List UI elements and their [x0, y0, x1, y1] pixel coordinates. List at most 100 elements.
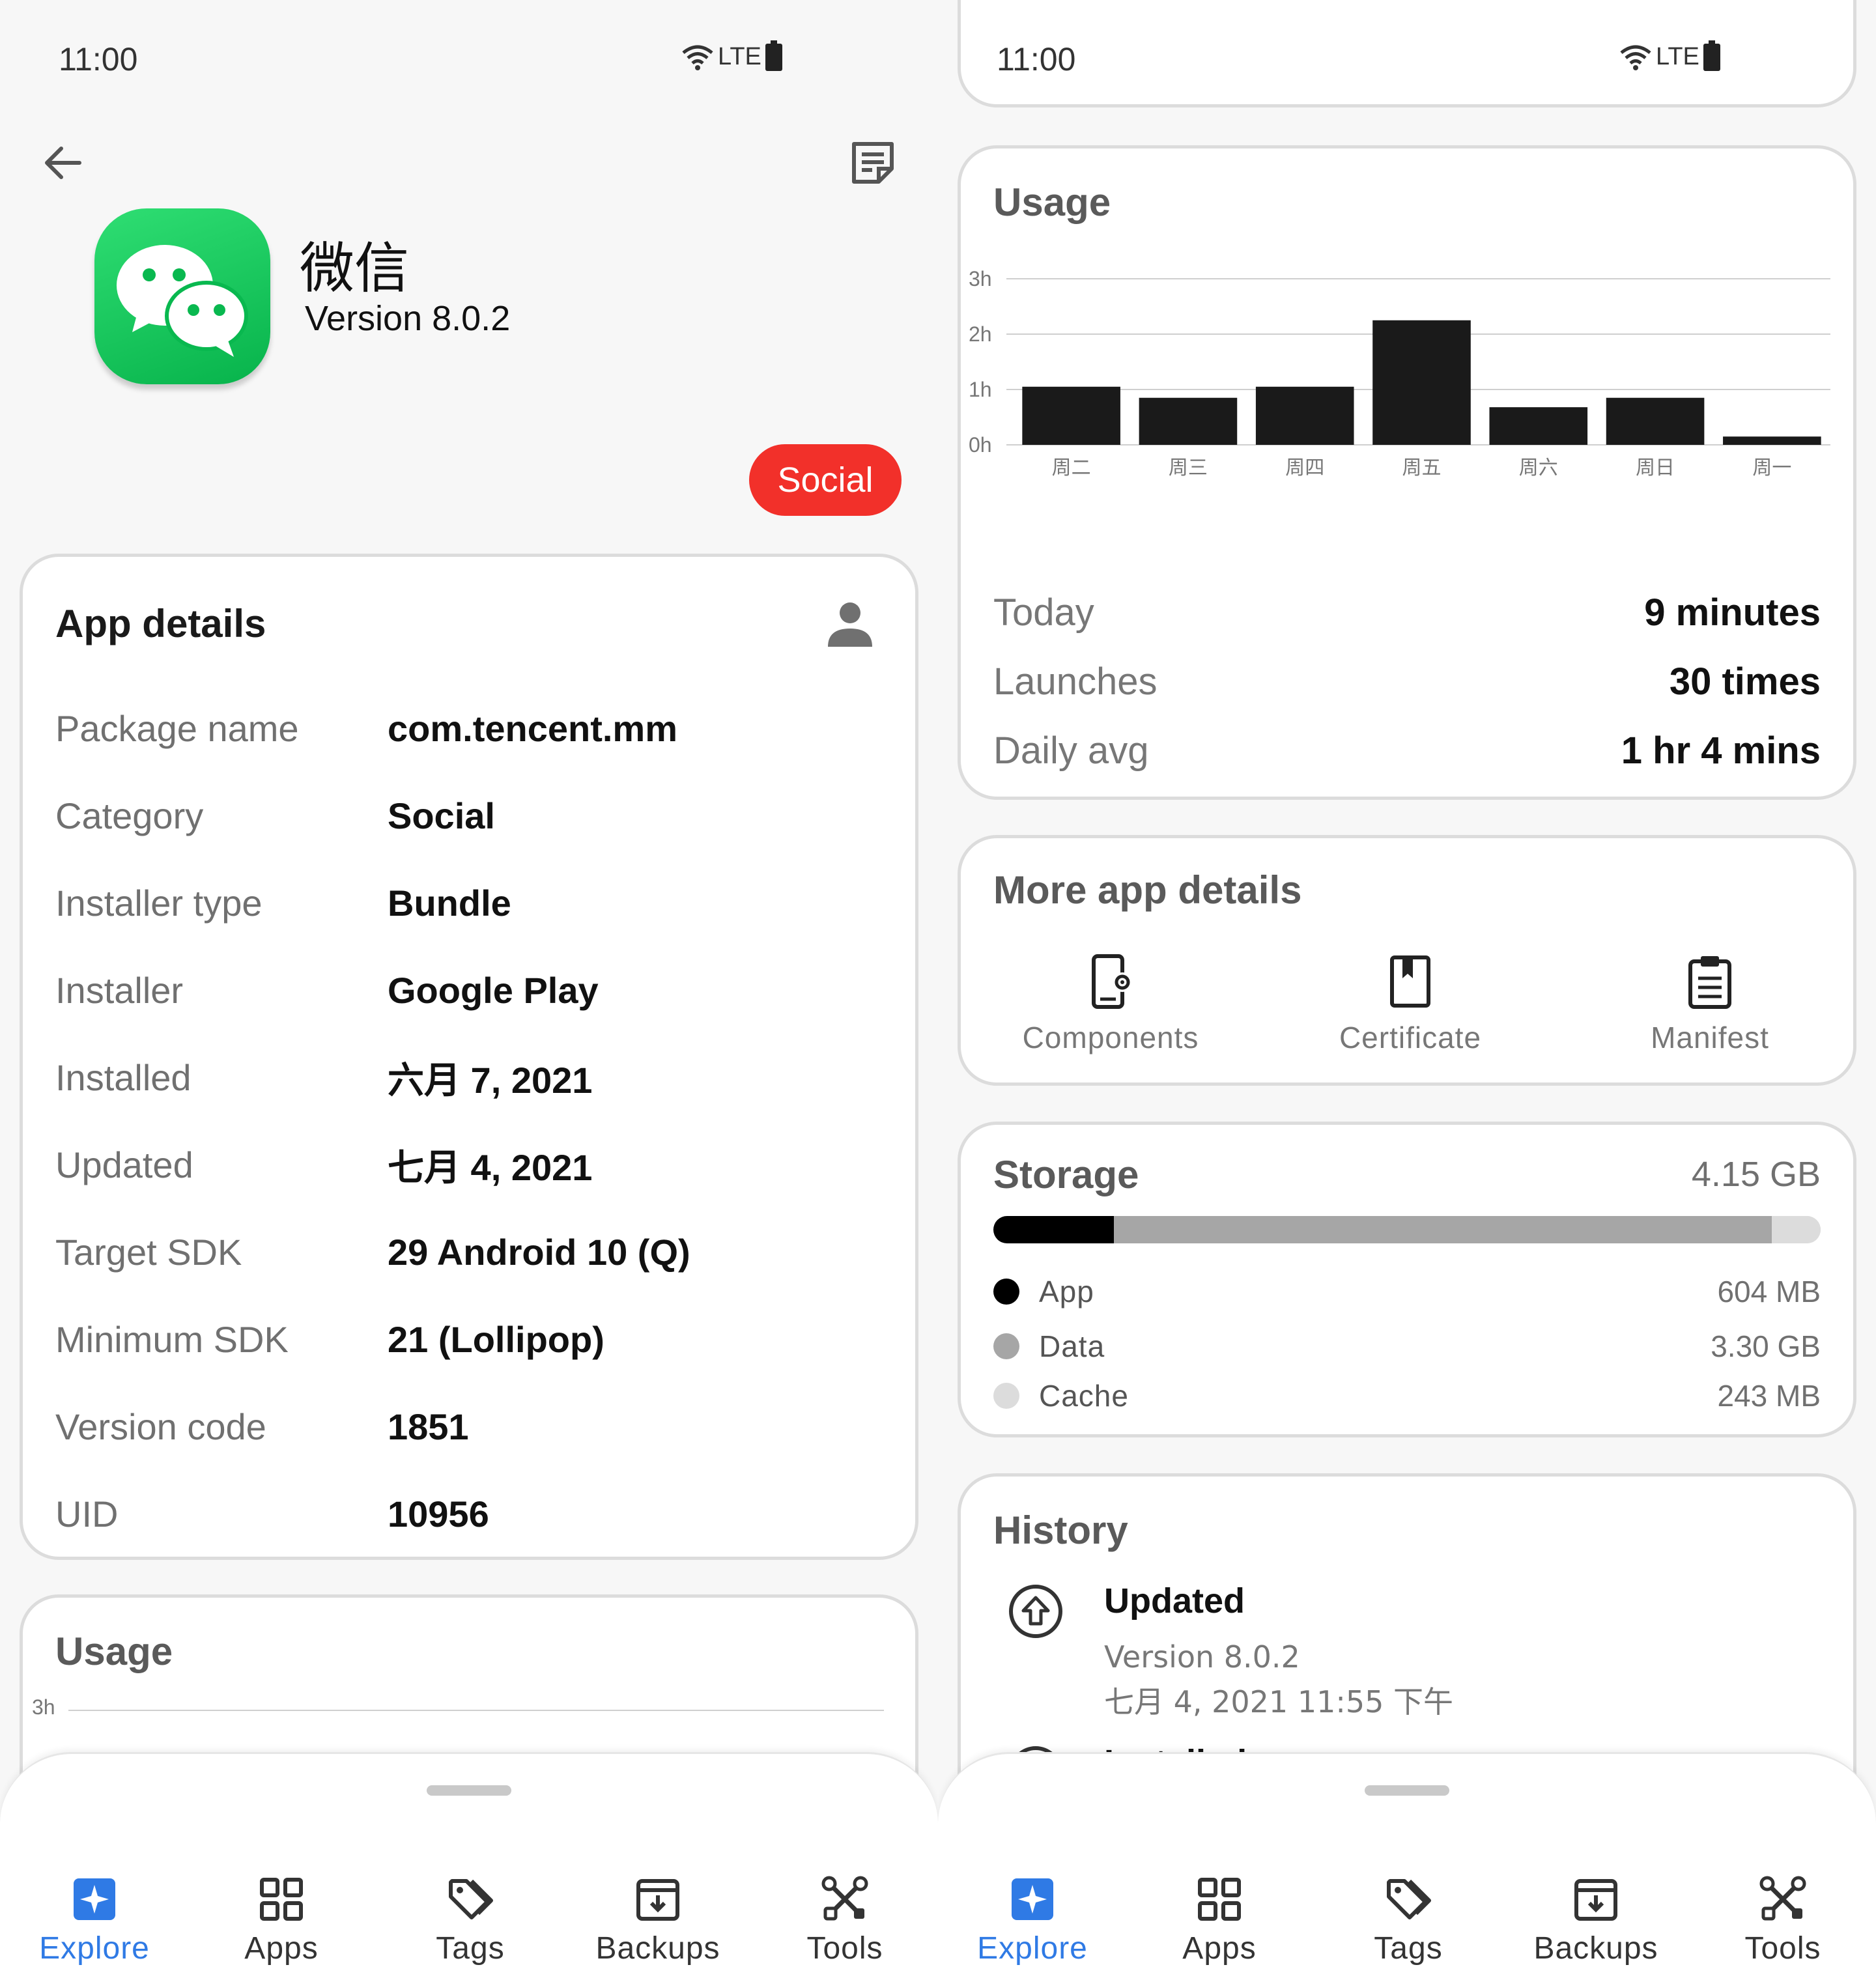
sheet-handle[interactable] [1365, 1785, 1449, 1796]
manifest-label: Manifest [1651, 1021, 1769, 1054]
detail-row: Category Social [55, 786, 889, 845]
detail-label: Installer [55, 969, 184, 1011]
sheet-handle[interactable] [427, 1785, 511, 1796]
stat-row-launches: Launches 30 times [993, 655, 1821, 707]
nav-explore[interactable]: Explore [941, 1874, 1124, 1966]
bar[interactable] [1255, 386, 1354, 445]
nav-explore[interactable]: Explore [3, 1874, 186, 1966]
bottom-navigation: Explore Apps Tags Backups Tools [0, 1752, 938, 1980]
back-arrow-icon[interactable] [40, 140, 86, 186]
detail-row: Minimum SDK 21 (Lollipop) [55, 1310, 889, 1368]
stat-label: Daily avg [993, 729, 1149, 772]
detail-label: Category [55, 795, 204, 836]
bar[interactable] [1139, 397, 1238, 445]
wifi-icon [1620, 45, 1651, 70]
wifi-icon [682, 45, 713, 70]
x-tick-label: 周日 [1636, 457, 1675, 479]
x-tick-label: 周四 [1285, 457, 1324, 479]
backups-icon [636, 1879, 679, 1921]
bar[interactable] [1606, 397, 1705, 445]
explore-icon [1012, 1878, 1053, 1920]
nav-apps[interactable]: Apps [1128, 1874, 1311, 1966]
history-entry-date: 七月 4, 2021 11:55 下午 [1104, 1684, 1454, 1719]
history-entry-title: Updated [1104, 1581, 1245, 1620]
detail-row: Version code 1851 [55, 1397, 889, 1456]
nav-tools[interactable]: Tools [754, 1874, 936, 1966]
person-icon[interactable] [824, 597, 876, 649]
x-tick-label: 周六 [1519, 457, 1558, 479]
nav-label: Apps [244, 1931, 319, 1966]
detail-row: Installer type Bundle [55, 873, 889, 932]
nav-label: Apps [1182, 1931, 1257, 1966]
detail-value[interactable]: 六月 7, 2021 [388, 1051, 592, 1104]
nav-backups[interactable]: Backups [567, 1874, 749, 1966]
stat-value: 30 times [1669, 660, 1821, 703]
bar[interactable] [1723, 436, 1821, 445]
clipboard-icon [1688, 956, 1731, 1009]
detail-label: Version code [55, 1406, 266, 1447]
detail-value[interactable]: 29 Android 10 (Q) [388, 1231, 690, 1273]
detail-value[interactable]: com.tencent.mm [388, 707, 677, 750]
legend-dot-data [993, 1333, 1019, 1359]
usage-bar-chart: 0h 1h 2h 3h 周二 周三 周四 周五 周六 周日 周一 [969, 267, 1830, 479]
status-bar: 11:00 LTE [938, 0, 1876, 104]
status-bar: 11:00 LTE [0, 0, 938, 104]
app-details-card: App details Package name com.tencent.mm Ca… [20, 554, 918, 1560]
y-tick-3h-left: 3h [32, 1695, 55, 1719]
history-entry-version: Version 8.0.2 [1104, 1639, 1300, 1675]
nav-tags[interactable]: Tags [379, 1874, 561, 1966]
manifest-button[interactable]: Manifest [1580, 952, 1840, 1055]
detail-value[interactable]: Social [388, 795, 495, 837]
apps-grid-icon [1198, 1878, 1241, 1921]
nav-apps[interactable]: Apps [190, 1874, 373, 1966]
components-button[interactable]: Components [980, 952, 1241, 1055]
legend-value: 604 MB [1717, 1275, 1821, 1308]
category-chip[interactable]: Social [749, 444, 902, 516]
battery-icon [765, 40, 782, 71]
app-version: Version 8.0.2 [305, 299, 511, 338]
usage-card: Usage 0h 1h 2h 3h 周二 周三 周四 周五 周六 周日 周一 Today 9 min… [958, 145, 1856, 800]
detail-row: Package name com.tencent.mm [55, 699, 889, 757]
y-tick-label: 3h [969, 267, 992, 290]
detail-row: Installed 六月 7, 2021 [55, 1048, 889, 1107]
status-time: 11:00 [59, 41, 138, 78]
explore-icon [74, 1878, 115, 1920]
status-icons: LTE [1619, 40, 1720, 71]
legend-cache: Cache 243 MB [993, 1376, 1821, 1415]
x-tick-label: 周二 [1052, 457, 1091, 479]
legend-label: App [1039, 1275, 1094, 1308]
legend-value: 243 MB [1717, 1379, 1821, 1413]
certificate-button[interactable]: Certificate [1280, 952, 1541, 1055]
nav-backups[interactable]: Backups [1505, 1874, 1687, 1966]
legend-label: Data [1039, 1329, 1105, 1363]
status-icons: LTE [681, 40, 782, 71]
y-tick-label: 0h [969, 433, 992, 457]
detail-label: Updated [55, 1144, 193, 1185]
nav-tags[interactable]: Tags [1317, 1874, 1499, 1966]
tags-icon [449, 1879, 493, 1919]
bar[interactable] [1489, 407, 1588, 445]
detail-value[interactable]: 21 (Lollipop) [388, 1318, 604, 1361]
detail-value[interactable]: 10956 [388, 1493, 489, 1535]
bottom-navigation: Explore Apps Tags Backups Tools [938, 1752, 1876, 1980]
detail-value[interactable]: Bundle [388, 882, 511, 924]
detail-value[interactable]: 1851 [388, 1406, 469, 1448]
x-tick-label: 周一 [1752, 457, 1791, 479]
notes-icon[interactable] [850, 140, 896, 186]
bar[interactable] [1022, 386, 1120, 445]
legend-data: Data 3.30 GB [993, 1327, 1821, 1366]
y-tick-label: 2h [969, 322, 992, 346]
stat-value: 1 hr 4 mins [1621, 729, 1821, 772]
storage-title: Storage [993, 1153, 1139, 1196]
storage-total: 4.15 GB [1691, 1155, 1821, 1194]
storage-bar [993, 1216, 1821, 1243]
bar[interactable] [1372, 320, 1471, 445]
storage-segment-app [993, 1216, 1115, 1243]
app-details-title: App details [55, 602, 266, 645]
apps-grid-icon [260, 1878, 303, 1921]
nav-tools[interactable]: Tools [1692, 1874, 1874, 1966]
detail-value[interactable]: 七月 4, 2021 [388, 1138, 592, 1191]
phone-gear-icon [1092, 954, 1132, 1009]
legend-dot-app [993, 1279, 1019, 1305]
detail-value[interactable]: Google Play [388, 969, 599, 1011]
